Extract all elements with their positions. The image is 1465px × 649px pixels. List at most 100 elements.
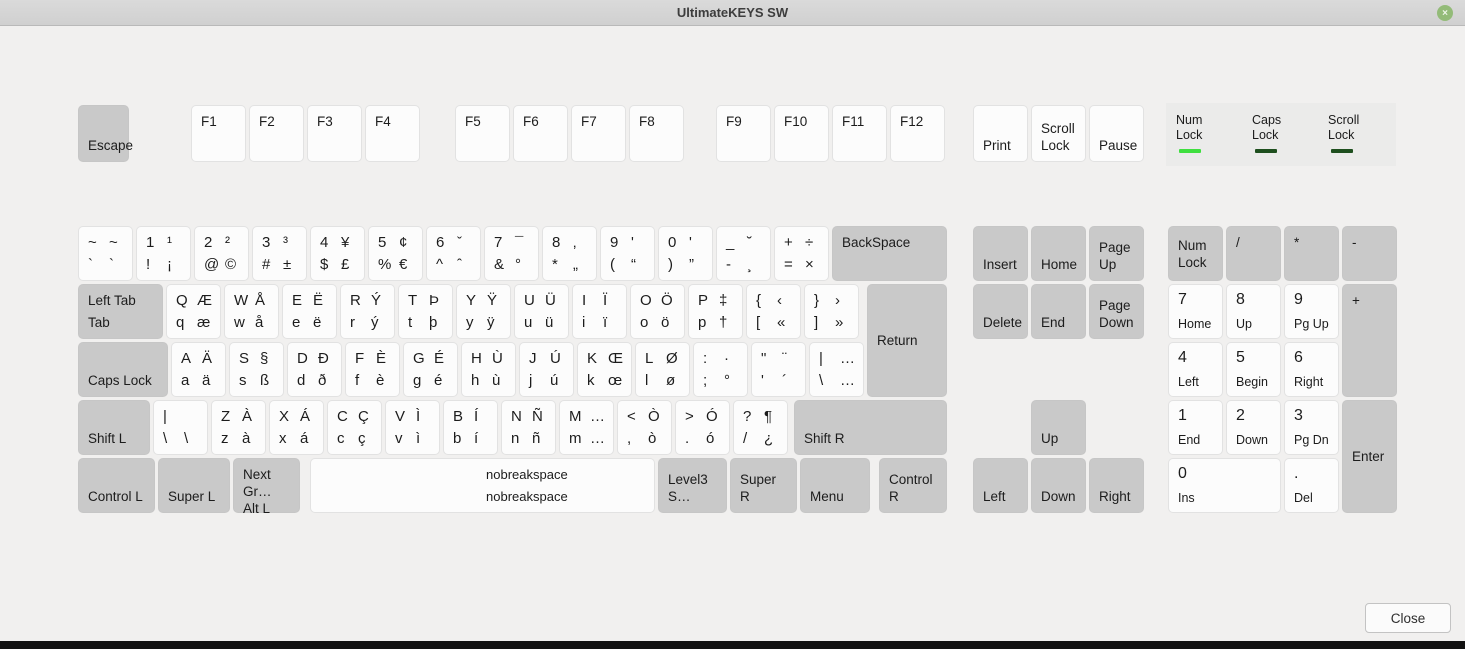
key-f[interactable]: FÈfè <box>345 342 400 397</box>
key-f12[interactable]: F12 <box>890 105 945 162</box>
key-f7[interactable]: F7 <box>571 105 626 162</box>
key-f11[interactable]: F11 <box>832 105 887 162</box>
key-caps-lock[interactable]: Caps Lock <box>78 342 168 397</box>
key-left[interactable]: Left <box>973 458 1028 513</box>
key-b[interactable]: BÍbí <box>443 400 498 455</box>
key-v[interactable]: VÌvì <box>385 400 440 455</box>
key-shift-l[interactable]: Shift L <box>78 400 150 455</box>
key-kp-5[interactable]: 5Begin <box>1226 342 1281 397</box>
key-f6[interactable]: F6 <box>513 105 568 162</box>
key-tab[interactable]: Left TabTab <box>78 284 163 339</box>
key-t[interactable]: TÞtþ <box>398 284 453 339</box>
key-o[interactable]: OÖoö <box>630 284 685 339</box>
key-f9[interactable]: F9 <box>716 105 771 162</box>
key-grave[interactable]: ~~`` <box>78 226 133 281</box>
key-h[interactable]: HÙhù <box>461 342 516 397</box>
key-kp-8[interactable]: 8Up <box>1226 284 1281 339</box>
key-l[interactable]: LØlø <box>635 342 690 397</box>
key-p[interactable]: P‡p† <box>688 284 743 339</box>
key-delete[interactable]: Delete <box>973 284 1028 339</box>
key-kp-3[interactable]: 3Pg Dn <box>1284 400 1339 455</box>
key-k[interactable]: KŒkœ <box>577 342 632 397</box>
key-m[interactable]: M…m… <box>559 400 614 455</box>
key-i[interactable]: IÏiï <box>572 284 627 339</box>
key-kp-6[interactable]: 6Right <box>1284 342 1339 397</box>
key-1[interactable]: 1¹!¡ <box>136 226 191 281</box>
key-slash[interactable]: ?¶/¿ <box>733 400 788 455</box>
key-super-l[interactable]: Super L <box>158 458 230 513</box>
key-kp-7[interactable]: 7Home <box>1168 284 1223 339</box>
key-semicolon[interactable]: :·;° <box>693 342 748 397</box>
key-bracketright[interactable]: }›]» <box>804 284 859 339</box>
key-kp-enter[interactable]: Enter <box>1342 400 1397 513</box>
key-4[interactable]: 4¥$£ <box>310 226 365 281</box>
key-9[interactable]: 9'(“ <box>600 226 655 281</box>
key-control-l[interactable]: Control L <box>78 458 155 513</box>
key-z[interactable]: ZÀzà <box>211 400 266 455</box>
key-alt-l[interactable]: Next Gr…Alt L <box>233 458 300 513</box>
key-a[interactable]: AÄaä <box>171 342 226 397</box>
key-s[interactable]: S§sß <box>229 342 284 397</box>
key-pause[interactable]: Pause <box>1089 105 1144 162</box>
key-escape[interactable]: Escape <box>78 105 129 162</box>
key-kp-1[interactable]: 1End <box>1168 400 1223 455</box>
close-button[interactable]: Close <box>1365 603 1451 633</box>
key-7[interactable]: 7¯&° <box>484 226 539 281</box>
key-w[interactable]: WÅwå <box>224 284 279 339</box>
key-kp-9[interactable]: 9Pg Up <box>1284 284 1339 339</box>
key-2[interactable]: 2²@© <box>194 226 249 281</box>
key-scroll-lock[interactable]: ScrollLock <box>1031 105 1086 162</box>
key-kp-add[interactable]: + <box>1342 284 1397 397</box>
key-q[interactable]: QÆqæ <box>166 284 221 339</box>
key-x[interactable]: XÁxá <box>269 400 324 455</box>
key-level3[interactable]: Level3 S… <box>658 458 727 513</box>
key-f1[interactable]: F1 <box>191 105 246 162</box>
key-backslash[interactable]: |…\… <box>809 342 864 397</box>
key-f8[interactable]: F8 <box>629 105 684 162</box>
key-j[interactable]: JÚjú <box>519 342 574 397</box>
key-backspace[interactable]: BackSpace <box>832 226 947 281</box>
key-control-r[interactable]: Control R <box>879 458 947 513</box>
key-g[interactable]: GÉgé <box>403 342 458 397</box>
key-6[interactable]: 6ˇ^ˆ <box>426 226 481 281</box>
key-d[interactable]: DÐdð <box>287 342 342 397</box>
key-n[interactable]: NÑnñ <box>501 400 556 455</box>
key-c[interactable]: CÇcç <box>327 400 382 455</box>
key-return[interactable]: Return <box>867 284 947 397</box>
key-print[interactable]: Print <box>973 105 1028 162</box>
key-equal[interactable]: +÷=× <box>774 226 829 281</box>
key-home[interactable]: Home <box>1031 226 1086 281</box>
key-super-r[interactable]: Super R <box>730 458 797 513</box>
key-right[interactable]: Right <box>1089 458 1144 513</box>
key-apostrophe[interactable]: "¨'´ <box>751 342 806 397</box>
key-5[interactable]: 5¢%€ <box>368 226 423 281</box>
key-f5[interactable]: F5 <box>455 105 510 162</box>
key-down[interactable]: Down <box>1031 458 1086 513</box>
key-kp-divide[interactable]: / <box>1226 226 1281 281</box>
key-kp-multiply[interactable]: * <box>1284 226 1339 281</box>
key-menu[interactable]: Menu <box>800 458 870 513</box>
key-insert[interactable]: Insert <box>973 226 1028 281</box>
key-r[interactable]: RÝrý <box>340 284 395 339</box>
key-comma[interactable]: <Ò,ò <box>617 400 672 455</box>
key-f2[interactable]: F2 <box>249 105 304 162</box>
key-page-down[interactable]: PageDown <box>1089 284 1144 339</box>
key-kp-2[interactable]: 2Down <box>1226 400 1281 455</box>
key-0[interactable]: 0')” <box>658 226 713 281</box>
key-kp-4[interactable]: 4Left <box>1168 342 1223 397</box>
key-kp-dot[interactable]: .Del <box>1284 458 1339 513</box>
key-f3[interactable]: F3 <box>307 105 362 162</box>
key-8[interactable]: 8‚*„ <box>542 226 597 281</box>
window-close-button[interactable]: × <box>1437 5 1453 21</box>
key-y[interactable]: YŸyÿ <box>456 284 511 339</box>
key-period[interactable]: >Ó.ó <box>675 400 730 455</box>
key-shift-r[interactable]: Shift R <box>794 400 947 455</box>
key-kp-subtract[interactable]: - <box>1342 226 1397 281</box>
key-minus[interactable]: _˘-¸ <box>716 226 771 281</box>
key-kp-0[interactable]: 0Ins <box>1168 458 1281 513</box>
key-3[interactable]: 3³#± <box>252 226 307 281</box>
key-102nd[interactable]: |\\ <box>153 400 208 455</box>
key-bracketleft[interactable]: {‹[« <box>746 284 801 339</box>
key-page-up[interactable]: PageUp <box>1089 226 1144 281</box>
key-f4[interactable]: F4 <box>365 105 420 162</box>
